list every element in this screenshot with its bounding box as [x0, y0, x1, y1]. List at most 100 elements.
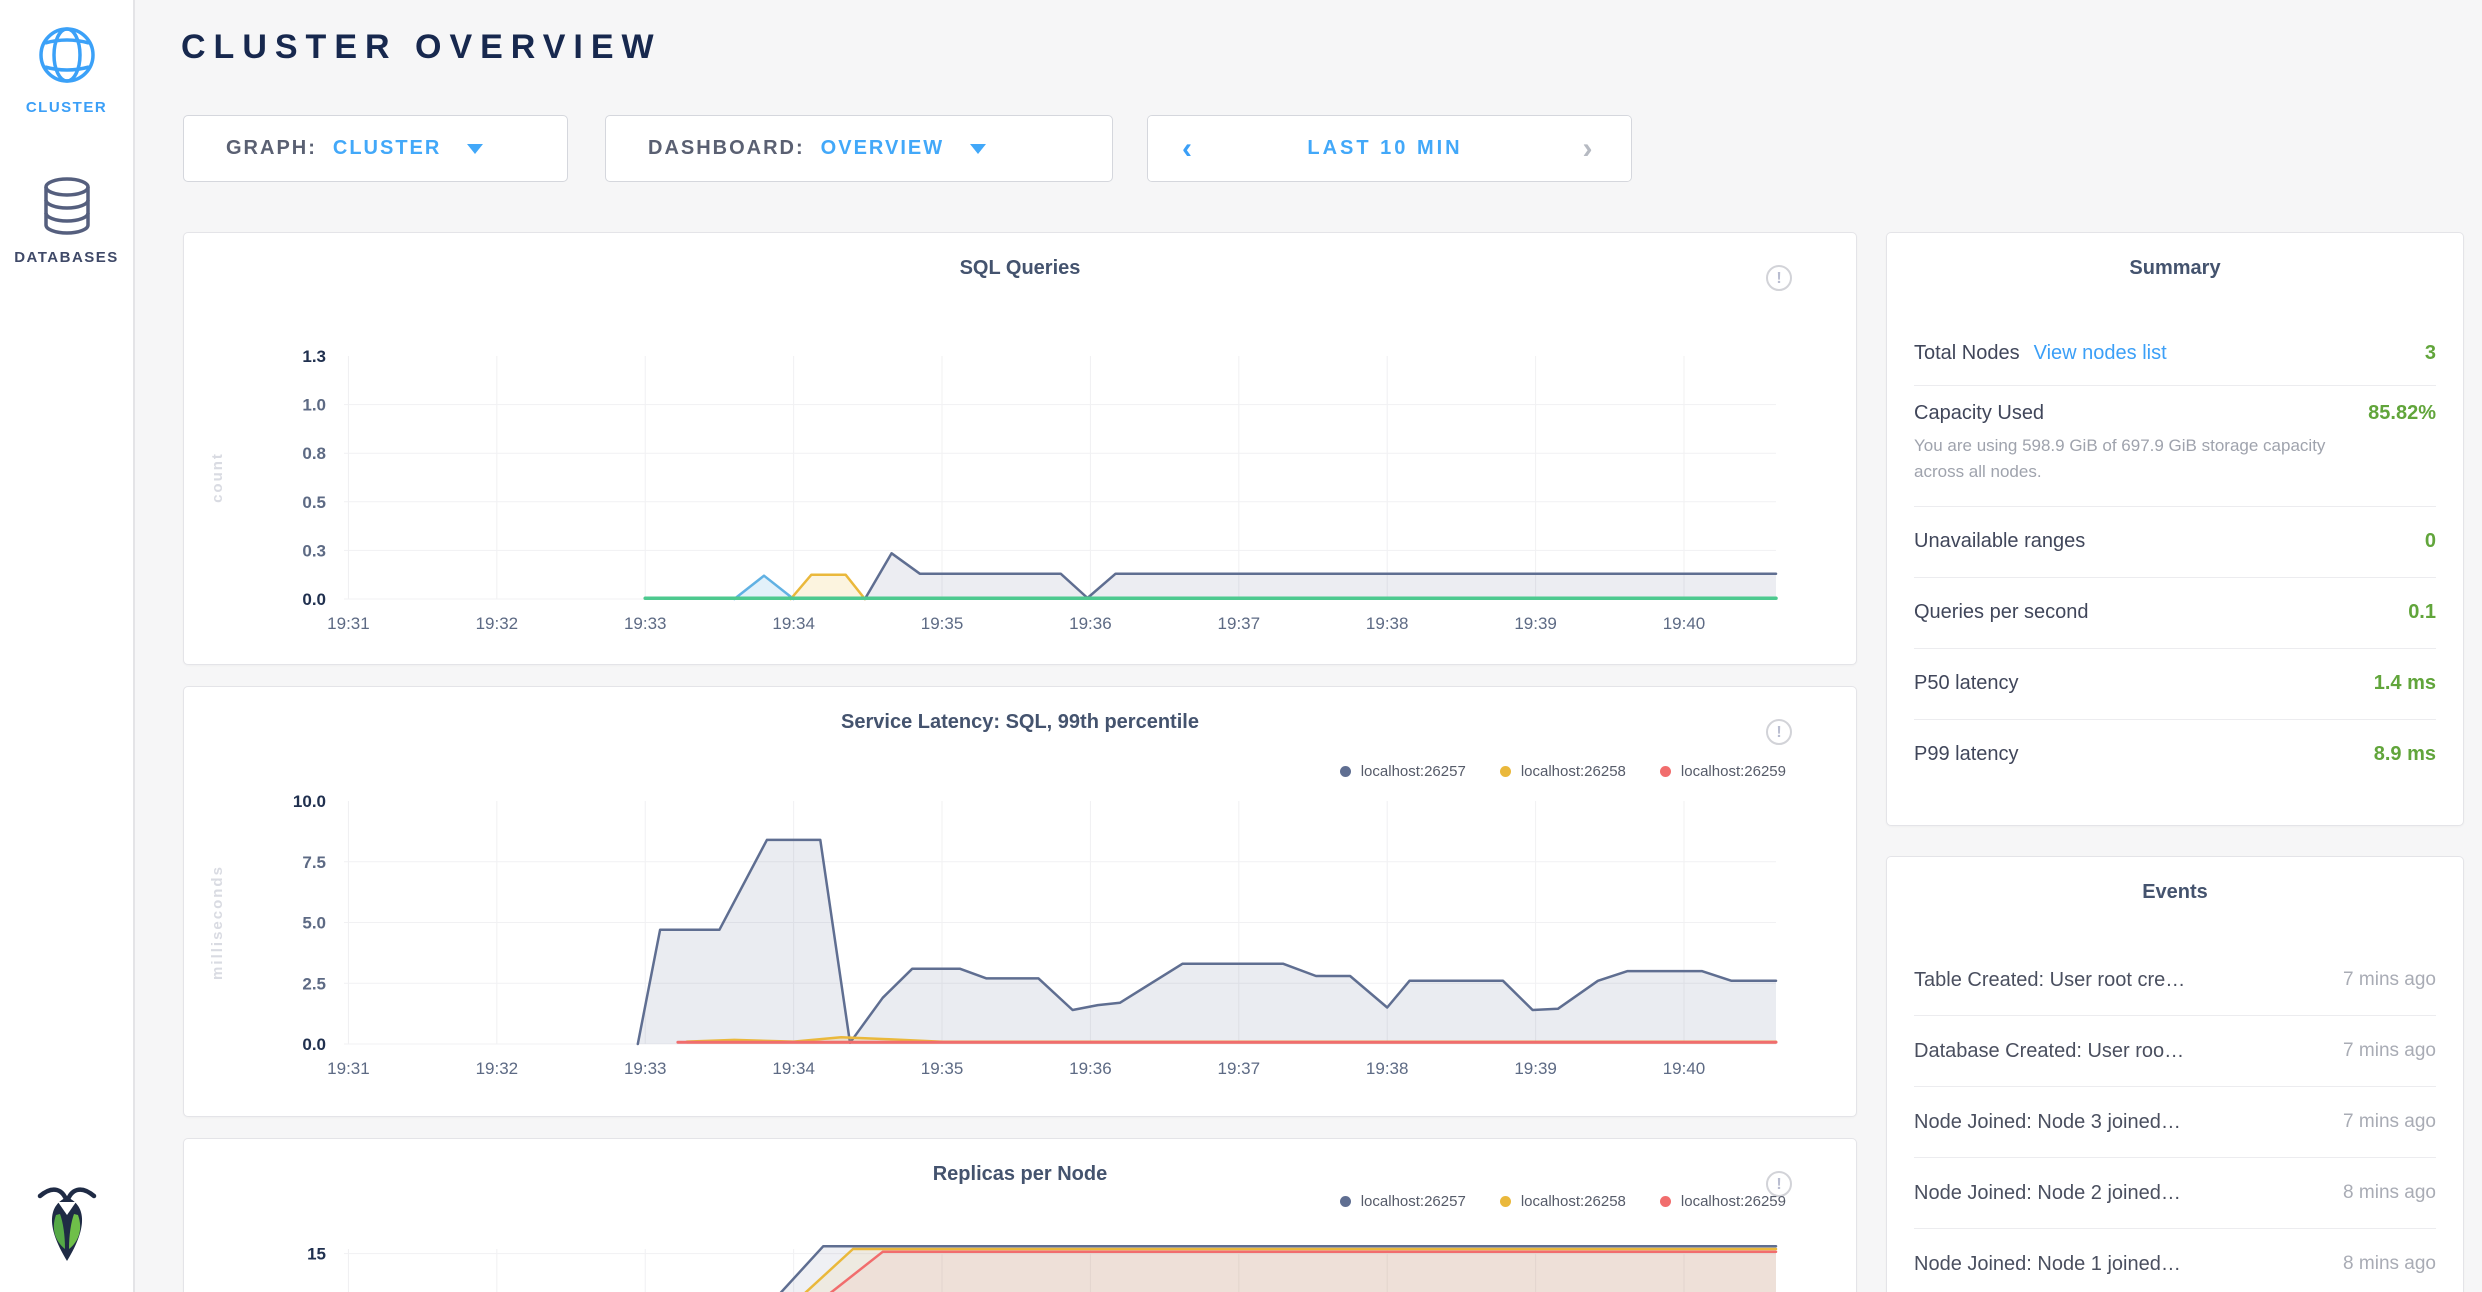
legend-item[interactable]: localhost:26258	[1500, 763, 1626, 780]
legend-item[interactable]: localhost:26257	[1340, 1193, 1466, 1210]
summary-row-p50: P50 latency 1.4 ms	[1914, 649, 2436, 720]
service-latency-chart[interactable]: 19:3119:3219:3319:3419:3519:3619:3719:38…	[184, 787, 1858, 1107]
x-tick-label: 19:32	[476, 614, 519, 633]
x-tick-label: 19:39	[1514, 1059, 1557, 1078]
legend-item[interactable]: localhost:26257	[1340, 763, 1466, 780]
dashboard-dropdown[interactable]: DASHBOARD: OVERVIEW	[605, 115, 1113, 182]
summary-label: P50 latency	[1914, 672, 2019, 695]
series-dot	[1500, 766, 1511, 777]
event-time: 7 mins ago	[2343, 969, 2436, 991]
summary-label: Unavailable ranges	[1914, 530, 2085, 553]
info-icon[interactable]	[1766, 265, 1792, 291]
y-axis-label: count	[209, 452, 226, 503]
event-row: Node Joined: Node 1 joined… 8 mins ago	[1914, 1229, 2436, 1292]
summary-row-unavailable-ranges: Unavailable ranges 0	[1914, 507, 2436, 578]
cockroachdb-logo	[36, 1183, 98, 1270]
graph-dropdown[interactable]: GRAPH: CLUSTER	[183, 115, 568, 182]
time-range-button[interactable]: LAST 10 MIN	[1226, 116, 1544, 181]
y-tick-label: 0.0	[302, 1035, 326, 1054]
x-tick-label: 19:32	[476, 1059, 519, 1078]
y-tick-label: 5.0	[302, 914, 326, 933]
dashboard-dropdown-value: OVERVIEW	[821, 137, 944, 160]
y-tick-label: 0.5	[302, 493, 326, 512]
event-time: 8 mins ago	[2343, 1253, 2436, 1275]
legend-label: localhost:26259	[1681, 1193, 1786, 1210]
summary-body: Total Nodes View nodes list 3 Capacity U…	[1914, 321, 2436, 790]
legend-label: localhost:26259	[1681, 763, 1786, 780]
y-tick-label: 0.8	[302, 444, 326, 463]
y-tick-label: 2.5	[302, 974, 326, 993]
replicas-per-node-card: Replicas per Node localhost:26257 localh…	[183, 1138, 1857, 1292]
summary-value: 0	[2425, 530, 2436, 553]
time-range-selector: ‹ LAST 10 MIN ›	[1147, 115, 1632, 182]
y-tick-label: 15	[307, 1245, 326, 1264]
chevron-down-icon	[467, 144, 483, 154]
time-back-button[interactable]: ‹	[1148, 116, 1226, 181]
sql-queries-chart[interactable]: 19:3119:3219:3319:3419:3519:3619:3719:38…	[184, 333, 1858, 653]
globe-icon	[36, 24, 98, 86]
x-tick-label: 19:35	[921, 614, 964, 633]
app-root: CLUSTER DATABASES	[0, 0, 2482, 1292]
legend-item[interactable]: localhost:26259	[1660, 1193, 1786, 1210]
event-row: Database Created: User roo… 7 mins ago	[1914, 1016, 2436, 1087]
sidebar-item-databases[interactable]: DATABASES	[0, 176, 133, 266]
events-card: Events Table Created: User root cre… 7 m…	[1886, 856, 2464, 1292]
event-title: Node Joined: Node 3 joined…	[1914, 1111, 2181, 1134]
y-tick-label: 7.5	[302, 853, 326, 872]
x-tick-label: 19:38	[1366, 1059, 1409, 1078]
info-icon[interactable]	[1766, 719, 1792, 745]
x-tick-label: 19:37	[1218, 1059, 1261, 1078]
chevron-left-icon: ‹	[1182, 132, 1192, 165]
database-icon	[38, 176, 96, 236]
event-title: Node Joined: Node 2 joined…	[1914, 1182, 2181, 1205]
series-area-blue-series	[734, 576, 793, 599]
x-tick-label: 19:36	[1069, 1059, 1112, 1078]
legend-label: localhost:26258	[1521, 1193, 1626, 1210]
summary-value: 3	[2425, 342, 2436, 365]
legend-label: localhost:26257	[1361, 763, 1466, 780]
series-dot	[1340, 1196, 1351, 1207]
event-row: Node Joined: Node 3 joined… 7 mins ago	[1914, 1087, 2436, 1158]
sidebar: CLUSTER DATABASES	[0, 0, 135, 1292]
series-area-slate-series	[865, 553, 1776, 599]
events-title: Events	[1887, 881, 2463, 904]
chart-legend: localhost:26257 localhost:26258 localhos…	[1340, 1193, 1786, 1210]
x-tick-label: 19:35	[921, 1059, 964, 1078]
y-tick-label: 0.3	[302, 541, 326, 560]
legend-label: localhost:26257	[1361, 1193, 1466, 1210]
chart-legend: localhost:26257 localhost:26258 localhos…	[1340, 763, 1786, 780]
sidebar-item-label: DATABASES	[14, 249, 119, 266]
x-tick-label: 19:37	[1218, 614, 1261, 633]
view-nodes-list-link[interactable]: View nodes list	[2034, 342, 2167, 365]
dashboard-dropdown-label: DASHBOARD:	[648, 137, 805, 160]
x-tick-label: 19:34	[772, 614, 815, 633]
event-time: 7 mins ago	[2343, 1040, 2436, 1062]
sidebar-item-cluster[interactable]: CLUSTER	[0, 24, 133, 116]
cockroachdb-bug-icon	[36, 1183, 98, 1265]
chart-title: SQL Queries	[184, 257, 1856, 280]
x-tick-label: 19:31	[327, 1059, 370, 1078]
series-area-localhost:26257	[638, 840, 1776, 1044]
series-dot	[1660, 766, 1671, 777]
y-tick-label: 1.3	[302, 347, 326, 366]
x-tick-label: 19:40	[1663, 614, 1706, 633]
summary-label: Total Nodes	[1914, 342, 2020, 365]
summary-row-capacity: Capacity Used 85.82% You are using 598.9…	[1914, 386, 2436, 507]
summary-label: Queries per second	[1914, 601, 2089, 624]
series-dot	[1340, 766, 1351, 777]
summary-row-total-nodes: Total Nodes View nodes list 3	[1914, 321, 2436, 386]
summary-label: Capacity Used	[1914, 402, 2044, 425]
summary-value: 0.1	[2408, 601, 2436, 624]
legend-item[interactable]: localhost:26259	[1660, 763, 1786, 780]
summary-title: Summary	[1887, 257, 2463, 280]
x-tick-label: 19:39	[1514, 614, 1557, 633]
time-forward-button[interactable]: ›	[1544, 116, 1631, 181]
chart-title: Replicas per Node	[184, 1163, 1856, 1186]
chevron-down-icon	[970, 144, 986, 154]
legend-item[interactable]: localhost:26258	[1500, 1193, 1626, 1210]
summary-row-p99: P99 latency 8.9 ms	[1914, 720, 2436, 790]
legend-label: localhost:26258	[1521, 763, 1626, 780]
x-tick-label: 19:40	[1663, 1059, 1706, 1078]
replicas-per-node-chart[interactable]: 19:3119:3219:3319:3419:3519:3619:3719:38…	[184, 1234, 1858, 1292]
summary-value: 1.4 ms	[2374, 672, 2436, 695]
